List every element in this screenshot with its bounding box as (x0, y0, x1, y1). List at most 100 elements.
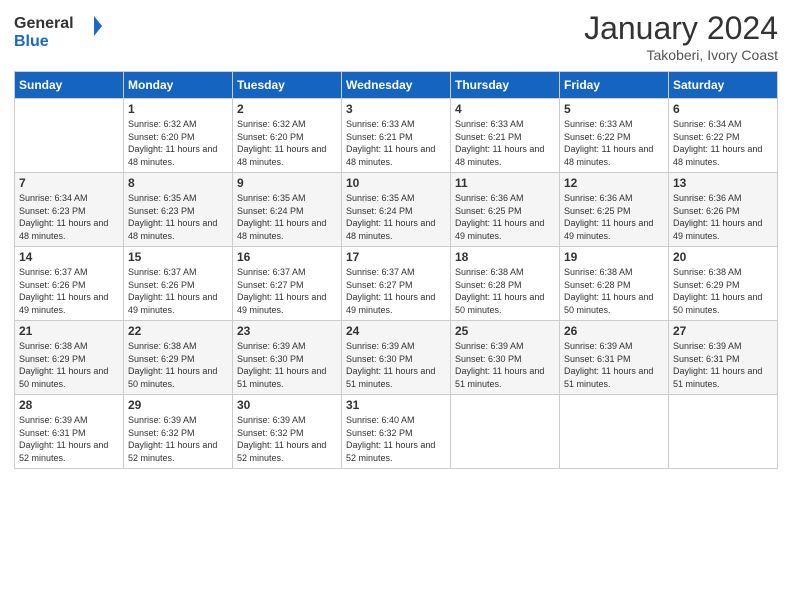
calendar-cell: 18 Sunrise: 6:38 AM Sunset: 6:28 PM Dayl… (451, 247, 560, 321)
calendar-cell (669, 395, 778, 469)
day-number: 21 (19, 324, 119, 338)
cell-info: Sunrise: 6:38 AM Sunset: 6:29 PM Dayligh… (19, 340, 119, 390)
day-number: 26 (564, 324, 664, 338)
calendar-cell: 28 Sunrise: 6:39 AM Sunset: 6:31 PM Dayl… (15, 395, 124, 469)
main-container: General Blue January 2024 Takoberi, Ivor… (0, 0, 792, 479)
cell-info: Sunrise: 6:36 AM Sunset: 6:25 PM Dayligh… (564, 192, 664, 242)
cell-info: Sunrise: 6:39 AM Sunset: 6:30 PM Dayligh… (237, 340, 337, 390)
cell-info: Sunrise: 6:38 AM Sunset: 6:28 PM Dayligh… (564, 266, 664, 316)
calendar-cell: 2 Sunrise: 6:32 AM Sunset: 6:20 PM Dayli… (233, 99, 342, 173)
day-number: 20 (673, 250, 773, 264)
cell-info: Sunrise: 6:33 AM Sunset: 6:21 PM Dayligh… (455, 118, 555, 168)
calendar-cell: 9 Sunrise: 6:35 AM Sunset: 6:24 PM Dayli… (233, 173, 342, 247)
cell-info: Sunrise: 6:37 AM Sunset: 6:26 PM Dayligh… (19, 266, 119, 316)
cell-info: Sunrise: 6:32 AM Sunset: 6:20 PM Dayligh… (237, 118, 337, 168)
day-number: 22 (128, 324, 228, 338)
calendar-cell (560, 395, 669, 469)
cell-info: Sunrise: 6:36 AM Sunset: 6:26 PM Dayligh… (673, 192, 773, 242)
calendar-cell: 26 Sunrise: 6:39 AM Sunset: 6:31 PM Dayl… (560, 321, 669, 395)
calendar-cell: 5 Sunrise: 6:33 AM Sunset: 6:22 PM Dayli… (560, 99, 669, 173)
title-area: January 2024 Takoberi, Ivory Coast (584, 10, 778, 63)
calendar-cell: 21 Sunrise: 6:38 AM Sunset: 6:29 PM Dayl… (15, 321, 124, 395)
calendar-cell: 19 Sunrise: 6:38 AM Sunset: 6:28 PM Dayl… (560, 247, 669, 321)
svg-text:Blue: Blue (14, 33, 49, 48)
cell-info: Sunrise: 6:37 AM Sunset: 6:27 PM Dayligh… (237, 266, 337, 316)
day-number: 1 (128, 102, 228, 116)
cell-info: Sunrise: 6:39 AM Sunset: 6:32 PM Dayligh… (237, 414, 337, 464)
day-number: 10 (346, 176, 446, 190)
cell-info: Sunrise: 6:33 AM Sunset: 6:21 PM Dayligh… (346, 118, 446, 168)
calendar-cell: 25 Sunrise: 6:39 AM Sunset: 6:30 PM Dayl… (451, 321, 560, 395)
calendar-cell: 10 Sunrise: 6:35 AM Sunset: 6:24 PM Dayl… (342, 173, 451, 247)
calendar-cell: 22 Sunrise: 6:38 AM Sunset: 6:29 PM Dayl… (124, 321, 233, 395)
cell-info: Sunrise: 6:35 AM Sunset: 6:23 PM Dayligh… (128, 192, 228, 242)
day-number: 24 (346, 324, 446, 338)
calendar-cell: 11 Sunrise: 6:36 AM Sunset: 6:25 PM Dayl… (451, 173, 560, 247)
cell-info: Sunrise: 6:36 AM Sunset: 6:25 PM Dayligh… (455, 192, 555, 242)
day-number: 15 (128, 250, 228, 264)
day-number: 16 (237, 250, 337, 264)
day-number: 28 (19, 398, 119, 412)
cell-info: Sunrise: 6:34 AM Sunset: 6:22 PM Dayligh… (673, 118, 773, 168)
calendar-cell: 23 Sunrise: 6:39 AM Sunset: 6:30 PM Dayl… (233, 321, 342, 395)
cell-info: Sunrise: 6:37 AM Sunset: 6:27 PM Dayligh… (346, 266, 446, 316)
location-title: Takoberi, Ivory Coast (584, 47, 778, 63)
cell-info: Sunrise: 6:37 AM Sunset: 6:26 PM Dayligh… (128, 266, 228, 316)
calendar-cell: 1 Sunrise: 6:32 AM Sunset: 6:20 PM Dayli… (124, 99, 233, 173)
day-number: 14 (19, 250, 119, 264)
month-title: January 2024 (584, 10, 778, 47)
day-number: 30 (237, 398, 337, 412)
calendar-cell: 3 Sunrise: 6:33 AM Sunset: 6:21 PM Dayli… (342, 99, 451, 173)
col-friday: Friday (560, 72, 669, 99)
cell-info: Sunrise: 6:39 AM Sunset: 6:30 PM Dayligh… (346, 340, 446, 390)
cell-info: Sunrise: 6:34 AM Sunset: 6:23 PM Dayligh… (19, 192, 119, 242)
calendar-week-1: 7 Sunrise: 6:34 AM Sunset: 6:23 PM Dayli… (15, 173, 778, 247)
day-number: 8 (128, 176, 228, 190)
cell-info: Sunrise: 6:38 AM Sunset: 6:28 PM Dayligh… (455, 266, 555, 316)
cell-info: Sunrise: 6:39 AM Sunset: 6:31 PM Dayligh… (564, 340, 664, 390)
cell-info: Sunrise: 6:32 AM Sunset: 6:20 PM Dayligh… (128, 118, 228, 168)
col-saturday: Saturday (669, 72, 778, 99)
day-number: 6 (673, 102, 773, 116)
cell-info: Sunrise: 6:35 AM Sunset: 6:24 PM Dayligh… (346, 192, 446, 242)
day-number: 29 (128, 398, 228, 412)
calendar-cell: 6 Sunrise: 6:34 AM Sunset: 6:22 PM Dayli… (669, 99, 778, 173)
calendar-cell (451, 395, 560, 469)
day-number: 3 (346, 102, 446, 116)
day-number: 2 (237, 102, 337, 116)
cell-info: Sunrise: 6:39 AM Sunset: 6:31 PM Dayligh… (673, 340, 773, 390)
calendar-table: Sunday Monday Tuesday Wednesday Thursday… (14, 71, 778, 469)
calendar-body: 1 Sunrise: 6:32 AM Sunset: 6:20 PM Dayli… (15, 99, 778, 469)
calendar-cell: 13 Sunrise: 6:36 AM Sunset: 6:26 PM Dayl… (669, 173, 778, 247)
day-number: 31 (346, 398, 446, 412)
col-monday: Monday (124, 72, 233, 99)
cell-info: Sunrise: 6:40 AM Sunset: 6:32 PM Dayligh… (346, 414, 446, 464)
calendar-cell: 29 Sunrise: 6:39 AM Sunset: 6:32 PM Dayl… (124, 395, 233, 469)
calendar-cell: 7 Sunrise: 6:34 AM Sunset: 6:23 PM Dayli… (15, 173, 124, 247)
col-tuesday: Tuesday (233, 72, 342, 99)
day-number: 19 (564, 250, 664, 264)
col-wednesday: Wednesday (342, 72, 451, 99)
day-number: 12 (564, 176, 664, 190)
day-number: 17 (346, 250, 446, 264)
day-number: 5 (564, 102, 664, 116)
calendar-week-0: 1 Sunrise: 6:32 AM Sunset: 6:20 PM Dayli… (15, 99, 778, 173)
day-number: 11 (455, 176, 555, 190)
calendar-cell: 4 Sunrise: 6:33 AM Sunset: 6:21 PM Dayli… (451, 99, 560, 173)
calendar-cell: 17 Sunrise: 6:37 AM Sunset: 6:27 PM Dayl… (342, 247, 451, 321)
col-sunday: Sunday (15, 72, 124, 99)
cell-info: Sunrise: 6:39 AM Sunset: 6:32 PM Dayligh… (128, 414, 228, 464)
day-number: 27 (673, 324, 773, 338)
logo: General Blue (14, 10, 102, 53)
calendar-cell: 31 Sunrise: 6:40 AM Sunset: 6:32 PM Dayl… (342, 395, 451, 469)
cell-info: Sunrise: 6:35 AM Sunset: 6:24 PM Dayligh… (237, 192, 337, 242)
calendar-week-3: 21 Sunrise: 6:38 AM Sunset: 6:29 PM Dayl… (15, 321, 778, 395)
calendar-cell (15, 99, 124, 173)
cell-info: Sunrise: 6:38 AM Sunset: 6:29 PM Dayligh… (128, 340, 228, 390)
calendar-cell: 27 Sunrise: 6:39 AM Sunset: 6:31 PM Dayl… (669, 321, 778, 395)
calendar-cell: 20 Sunrise: 6:38 AM Sunset: 6:29 PM Dayl… (669, 247, 778, 321)
logo-block: General Blue (14, 10, 102, 53)
day-number: 7 (19, 176, 119, 190)
calendar-week-4: 28 Sunrise: 6:39 AM Sunset: 6:31 PM Dayl… (15, 395, 778, 469)
day-number: 23 (237, 324, 337, 338)
